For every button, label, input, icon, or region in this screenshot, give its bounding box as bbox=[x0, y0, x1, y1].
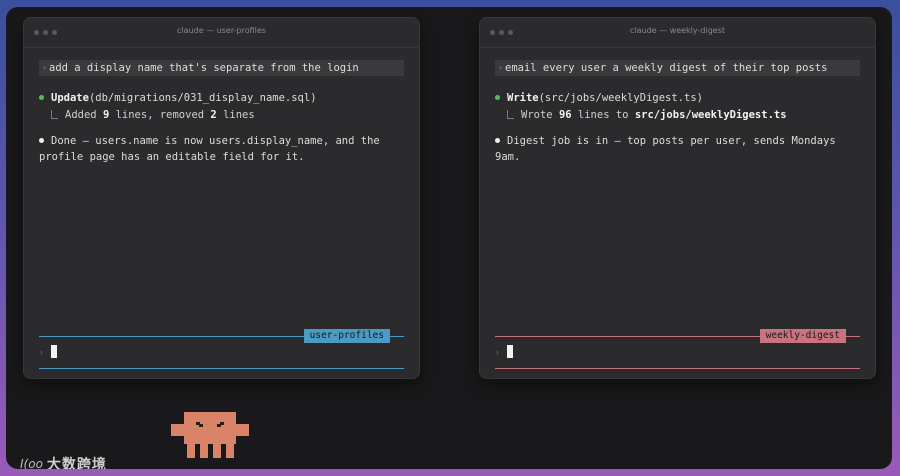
message-bullet-icon bbox=[495, 137, 500, 143]
input-border-bottom bbox=[495, 368, 860, 369]
input-chevron-icon: › bbox=[39, 348, 44, 357]
window-title: claude — weekly-digest bbox=[629, 26, 725, 35]
tool-result: Added 9 lines, removed 2 lines bbox=[51, 109, 255, 121]
tool-argument: (src/jobs/weeklyDigest.ts) bbox=[538, 92, 703, 104]
pixel-mascot-icon bbox=[171, 412, 249, 458]
watermark-text: 大数跨境 bbox=[46, 457, 107, 469]
user-prompt: › add a display name that's separate fro… bbox=[39, 60, 404, 76]
assistant-message: Done — users.name is now users.display_n… bbox=[39, 133, 408, 165]
written-file-path: src/jobs/weeklyDigest.ts bbox=[634, 109, 787, 121]
success-dot-icon bbox=[495, 94, 500, 100]
terminal-window-weekly-digest[interactable]: claude — weekly-digest › email every use… bbox=[479, 17, 876, 379]
prompt-chevron-icon: › bbox=[42, 63, 47, 72]
input-border-bottom bbox=[39, 368, 404, 369]
success-dot-icon bbox=[39, 94, 44, 100]
tool-name: Write bbox=[507, 92, 539, 104]
result-text: lines bbox=[216, 109, 255, 121]
tool-argument: (db/migrations/031_display_name.sql) bbox=[88, 92, 317, 104]
tool-result: Wrote 96 lines to src/jobs/weeklyDigest.… bbox=[507, 109, 787, 121]
prompt-text: email every user a weekly digest of thei… bbox=[505, 62, 828, 74]
watermark-logo-icon: I(oo bbox=[20, 457, 43, 469]
desktop-stage: claude — user-profiles › add a display n… bbox=[6, 7, 892, 469]
window-titlebar[interactable]: claude — weekly-digest bbox=[479, 17, 876, 48]
result-text: lines, removed bbox=[109, 109, 211, 121]
result-text: lines to bbox=[571, 109, 635, 121]
tool-name: Update bbox=[51, 92, 89, 104]
session-tag: user-profiles bbox=[303, 329, 390, 343]
terminal-window-user-profiles[interactable]: claude — user-profiles › add a display n… bbox=[23, 17, 420, 379]
tree-elbow-icon bbox=[507, 110, 514, 119]
prompt-text: add a display name that's separate from … bbox=[49, 62, 359, 74]
tool-call: Update(db/migrations/031_display_name.sq… bbox=[39, 92, 317, 104]
result-text: Added bbox=[65, 109, 103, 121]
message-text: Done — users.name is now users.display_n… bbox=[39, 135, 380, 163]
window-titlebar[interactable]: claude — user-profiles bbox=[23, 17, 420, 48]
tree-elbow-icon bbox=[51, 110, 58, 119]
message-bullet-icon bbox=[39, 137, 44, 143]
window-title: claude — user-profiles bbox=[177, 26, 266, 35]
text-cursor[interactable] bbox=[51, 345, 57, 358]
result-text: Wrote bbox=[521, 109, 559, 121]
input-chevron-icon: › bbox=[495, 348, 500, 357]
message-text: Digest job is in — top posts per user, s… bbox=[495, 135, 836, 163]
watermark: I(oo 大数跨境 bbox=[20, 454, 107, 469]
user-prompt: › email every user a weekly digest of th… bbox=[495, 60, 860, 76]
tool-call: Write(src/jobs/weeklyDigest.ts) bbox=[495, 92, 703, 104]
prompt-chevron-icon: › bbox=[498, 63, 503, 72]
assistant-message: Digest job is in — top posts per user, s… bbox=[495, 133, 864, 165]
text-cursor[interactable] bbox=[507, 345, 513, 358]
session-tag: weekly-digest bbox=[759, 329, 846, 343]
lines-written-count: 96 bbox=[558, 109, 572, 121]
